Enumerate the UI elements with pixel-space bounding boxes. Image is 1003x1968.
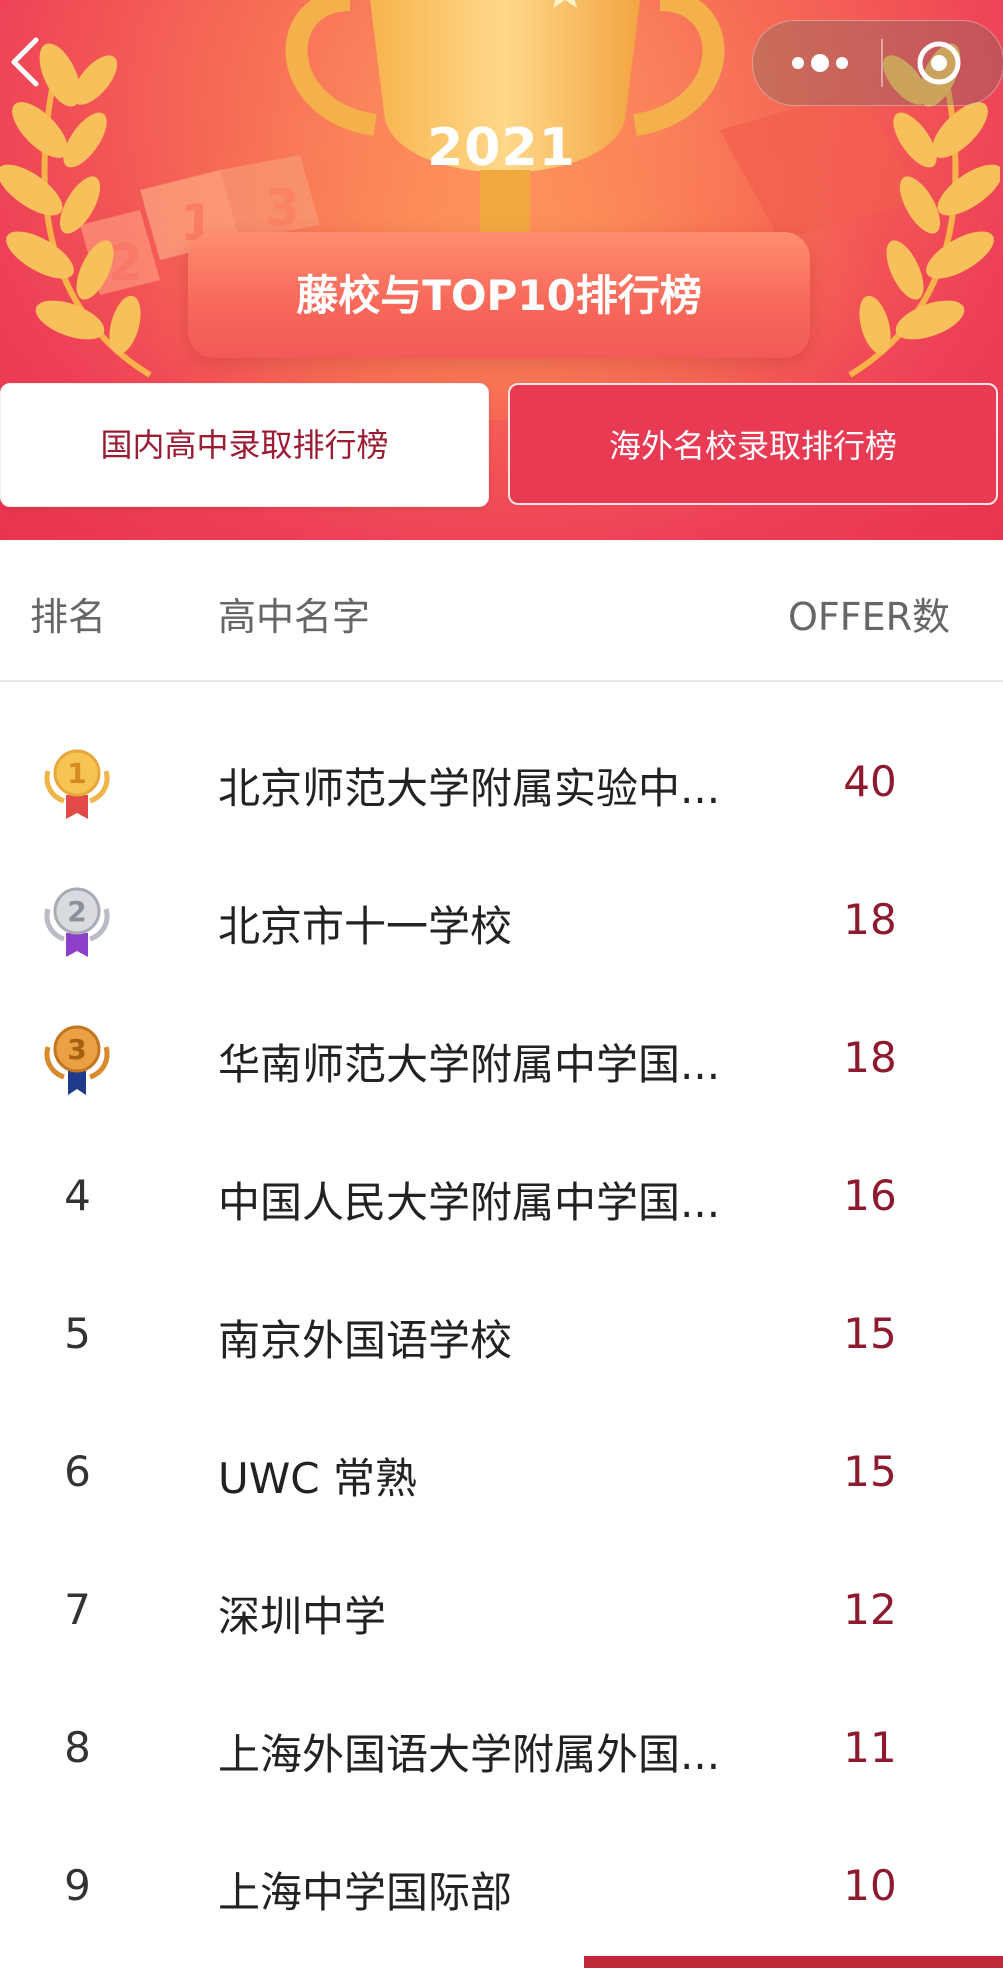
school-name: 上海外国语大学附属外国... [218,1730,721,1779]
table-row[interactable]: 3 华南师范大学附属中学国... 18 [0,989,1003,1127]
school-name: 北京市十一学校 [218,902,513,951]
column-header-rank: 排名 [30,595,107,639]
svg-text:2: 2 [67,895,86,928]
offer-count: 15 [843,1447,897,1496]
rank-number: 9 [64,1861,91,1910]
header-divider [0,680,1003,682]
bronze-medal-icon: 3 [44,1025,110,1095]
school-name: 中国人民大学附属中学国... [218,1178,721,1227]
table-row[interactable]: 5 南京外国语学校 15 [0,1265,1003,1403]
offer-count: 40 [843,757,897,806]
table-row[interactable]: 4 中国人民大学附属中学国... 16 [0,1127,1003,1265]
school-name: 南京外国语学校 [218,1316,513,1365]
close-miniprogram-icon[interactable] [883,21,1003,105]
rank-number: 5 [64,1309,91,1358]
back-arrow-icon[interactable] [6,32,46,92]
offer-count: 15 [843,1309,897,1358]
tab-domestic-ranking[interactable]: 国内高中录取排行榜 [0,383,489,507]
miniprogram-capsule [752,20,1003,106]
year-label: 2021 [427,118,576,178]
bottom-action-bar[interactable] [584,1956,1003,1968]
offer-count: 12 [843,1585,897,1634]
rank-number: 7 [64,1585,91,1634]
column-header-school: 高中名字 [218,595,371,639]
more-icon[interactable] [753,21,883,105]
offer-count: 18 [843,1033,897,1082]
school-name: 上海中学国际部 [218,1868,513,1917]
school-name: 深圳中学 [218,1592,387,1641]
table-row[interactable]: 9 上海中学国际部 10 [0,1817,1003,1955]
svg-text:3: 3 [265,179,300,237]
rank-number: 6 [64,1447,91,1496]
school-name: 北京师范大学附属实验中... [218,764,721,813]
school-name: UWC 常熟 [218,1454,417,1503]
page-title: 藤校与TOP10排行榜 [296,271,702,320]
offer-count: 10 [843,1861,897,1910]
table-row[interactable]: 6 UWC 常熟 15 [0,1403,1003,1541]
svg-text:3: 3 [67,1033,86,1066]
offer-count: 18 [843,895,897,944]
column-header-offers: OFFER数 [788,595,951,639]
svg-text:1: 1 [67,757,86,790]
school-name: 华南师范大学附属中学国... [218,1040,721,1089]
table-row[interactable]: 1 北京师范大学附属实验中... 40 [0,713,1003,851]
table-row[interactable]: 2 北京市十一学校 18 [0,851,1003,989]
rank-number: 8 [64,1723,91,1772]
silver-medal-icon: 2 [44,887,110,957]
offer-count: 11 [843,1723,897,1772]
tab-overseas-ranking[interactable]: 海外名校录取排行榜 [508,383,998,505]
rank-number: 4 [64,1171,91,1220]
gold-medal-icon: 1 [44,749,110,819]
table-row[interactable]: 8 上海外国语大学附属外国... 11 [0,1679,1003,1817]
table-row[interactable]: 7 深圳中学 12 [0,1541,1003,1679]
offer-count: 16 [843,1171,897,1220]
